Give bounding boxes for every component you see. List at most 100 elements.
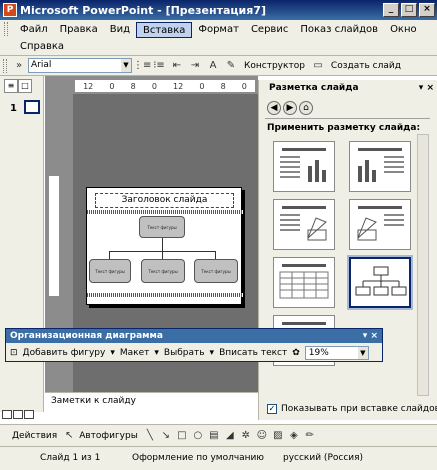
decrease-indent-icon[interactable]: ⇤ [169,58,185,74]
maximize-button[interactable]: □ [401,3,417,17]
designer-button[interactable]: Конструктор [244,61,305,71]
add-shape-button[interactable]: Добавить фигуру [23,348,106,358]
title-bar: P Microsoft PowerPoint - [Презентация7] … [0,0,437,20]
org-box-child[interactable]: Текст фигуры [141,259,185,283]
layout-title-bar [282,322,326,325]
textbox-icon[interactable]: ▤ [208,430,220,442]
layout-title-bar [358,148,402,151]
ruler-tick: 12 [83,81,94,91]
view-buttons [2,410,46,422]
slide-title-placeholder[interactable]: Заголовок слайда [95,193,234,208]
picture-icon[interactable]: ▨ [272,430,284,442]
org-connector [162,238,163,251]
tab-outline[interactable]: ≡ [4,79,18,93]
toolbar-grip-handle[interactable] [3,58,7,73]
new-slide-button[interactable]: Создать слайд [331,61,401,71]
layout-preview [355,266,407,296]
numbering-icon[interactable]: ⋮≡ [133,58,151,74]
back-icon[interactable]: ◀ [267,101,281,115]
menu-view[interactable]: Вид [104,22,136,38]
task-pane-header: Разметка слайда ▾ × [259,80,437,96]
chevron-down-icon[interactable]: ▼ [357,346,368,359]
task-pane-scrollbar[interactable] [417,134,429,396]
layout-title-chart-text[interactable] [349,141,411,192]
chevron-down-icon[interactable]: ▾ [110,348,115,358]
wordart-icon[interactable]: ◢ [224,430,236,442]
menu-edit[interactable]: Правка [54,22,104,38]
font-name-combo[interactable]: Arial ▼ [28,58,132,73]
show-on-insert-option[interactable]: ✓ Показывать при вставке слайдов [267,404,437,414]
diagram-icon[interactable]: ✲ [240,430,252,442]
tab-slides[interactable]: □ [18,79,32,93]
chevron-down-icon[interactable]: ▾ [154,348,159,358]
increase-indent-icon[interactable]: ⇥ [187,58,203,74]
line-icon[interactable]: ╲ [144,430,156,442]
arrow-icon[interactable]: ↘ [160,430,172,442]
menu-file[interactable]: Файл [14,22,54,38]
layout-preview [279,271,329,299]
layout-title-bar [282,148,326,151]
show-on-insert-checkbox[interactable]: ✓ [267,404,277,414]
layout-button[interactable]: Макет [120,348,150,358]
rectangle-icon[interactable]: □ [176,430,188,442]
home-icon[interactable]: ⌂ [299,101,313,115]
menu-insert[interactable]: Вставка [135,21,193,38]
ruler-tick: 8 [130,81,136,91]
layout-title-table[interactable] [273,257,335,308]
minimize-button[interactable]: _ [383,3,399,17]
actions-menu[interactable]: Действия [12,431,57,441]
fill-color-icon[interactable]: ◈ [288,430,300,442]
menu-window[interactable]: Окно [384,22,423,38]
menu-tools[interactable]: Сервис [245,22,294,38]
task-pane-nav: ◀ ▶ ⌂ [267,101,315,115]
menu-slideshow[interactable]: Показ слайдов [294,22,384,38]
ruler-tick: 8 [220,81,226,91]
autoformat-icon[interactable]: ✿ [292,348,300,358]
org-box-child[interactable]: Текст фигуры [89,259,131,283]
drawing-toolbar: Действия ↖ Автофигуры ╲ ↘ □ ○ ▤ ◢ ✲ ☺ ▨ … [0,424,437,446]
org-box-top[interactable]: Текст фигуры [139,216,185,238]
chevron-down-icon[interactable]: ▼ [121,59,131,72]
ruler-tick: 0 [199,81,205,91]
autoshapes-menu[interactable]: Автофигуры [79,431,138,441]
toolbar-options-icon[interactable]: » [11,58,27,74]
forward-icon[interactable]: ▶ [283,101,297,115]
close-button[interactable]: × [419,3,435,17]
notes-pane[interactable]: Заметки к слайду [45,392,258,412]
select-objects-icon[interactable]: ↖ [63,430,75,442]
layout-title-text-chart[interactable] [273,141,335,192]
org-connector [162,251,163,259]
oval-icon[interactable]: ○ [192,430,204,442]
zoom-combo[interactable]: 19% ▼ [304,345,369,360]
chevron-down-icon[interactable]: ▾ [210,348,215,358]
task-pane-title: Разметка слайда [269,83,359,93]
layout-title-text-clipart[interactable] [273,199,335,250]
bullets-icon[interactable]: ⁝≡ [151,58,167,74]
status-bar: Слайд 1 из 1 Оформление по умолчанию рус… [0,446,437,470]
menu-format[interactable]: Формат [192,22,245,38]
slide-canvas[interactable]: Заголовок слайда Текст фигуры Текст фигу… [86,187,243,305]
layout-title-media-text[interactable] [349,199,411,250]
ruler-tick: 0 [151,81,157,91]
slideshow-view-icon[interactable] [24,410,34,419]
line-color-icon[interactable]: ✏ [304,430,316,442]
layout-title-bar [282,264,326,267]
org-chart-toolbar-controls[interactable]: ▾ × [363,329,378,343]
add-shape-icon: ⊡ [10,347,18,358]
layout-preview [358,156,404,182]
ruler-tick: 0 [241,81,247,91]
powerpoint-app-icon[interactable]: P [3,3,17,17]
select-button[interactable]: Выбрать [164,348,205,358]
task-pane-controls[interactable]: ▾ × [419,83,434,93]
sorter-view-icon[interactable] [13,410,23,419]
font-color-icon[interactable]: A [205,58,221,74]
menu-grip-handle[interactable] [4,22,8,36]
clipart-icon[interactable]: ☺ [256,430,268,442]
layout-title-org-chart[interactable] [347,255,413,310]
normal-view-icon[interactable] [2,410,12,419]
org-box-child[interactable]: Текст фигуры [194,259,238,283]
slide-thumbnail[interactable] [24,100,40,114]
menu-help[interactable]: Справка [14,39,70,55]
fit-text-button[interactable]: Вписать текст [219,348,287,358]
org-chart-toolbar-titlebar[interactable]: Организационная диаграмма ▾ × [6,329,382,343]
